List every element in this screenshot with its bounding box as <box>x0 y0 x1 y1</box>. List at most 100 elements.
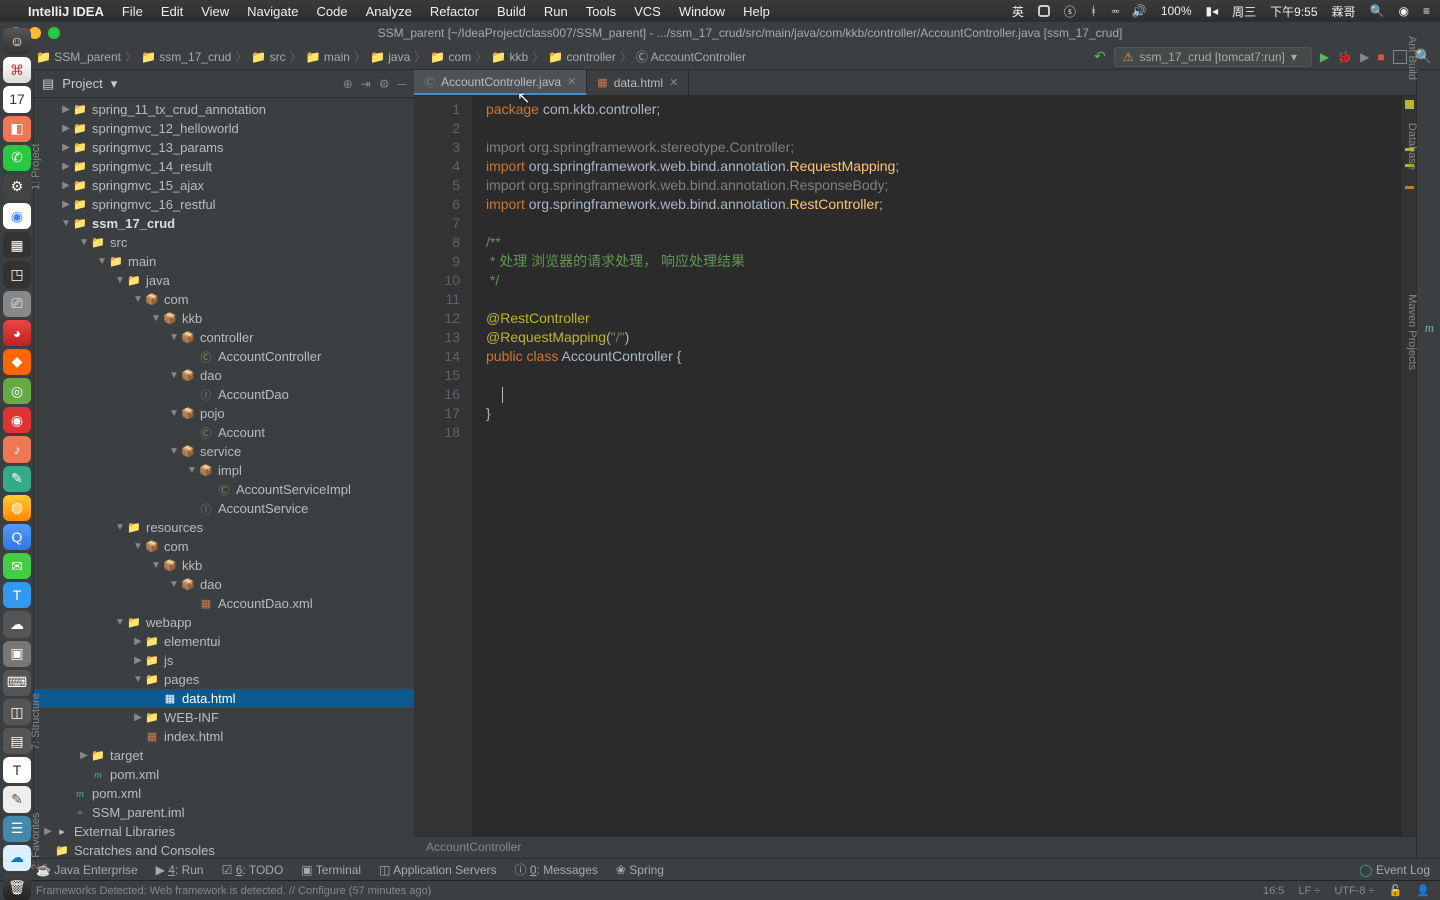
tree-row[interactable]: ▶📁springmvc_14_result <box>34 157 414 176</box>
window-minimize-button[interactable] <box>29 27 41 39</box>
tool-structure[interactable]: 7: Structure <box>30 693 42 750</box>
window-zoom-button[interactable] <box>48 27 60 39</box>
tree-row[interactable]: ▦index.html <box>34 727 414 746</box>
tree-row[interactable]: 📁Scratches and Consoles <box>34 841 414 858</box>
hide-icon[interactable]: ─ <box>397 77 406 91</box>
tree-row[interactable]: ▶📁spring_11_tx_crud_annotation <box>34 100 414 119</box>
tree-row[interactable]: ⒸAccountController <box>34 347 414 366</box>
run-config-selector[interactable]: ⚠ ssm_17_crud [tomcat7:run] ▾ <box>1114 47 1312 67</box>
tool-favorites[interactable]: 2: Favorites <box>30 813 42 870</box>
close-tab-icon[interactable]: ✕ <box>567 75 576 88</box>
tool-maven[interactable]: Maven Projects <box>1406 294 1418 370</box>
crumb[interactable]: Ⓒ AccountController <box>636 48 746 65</box>
crumb[interactable]: 📁 java <box>370 50 410 64</box>
close-tab-icon[interactable]: ✕ <box>669 76 678 89</box>
debug-button[interactable]: 🐞 <box>1337 50 1352 64</box>
tree-row[interactable]: ▼📁main <box>34 252 414 271</box>
crumb[interactable]: 📁 src <box>251 50 285 64</box>
tree-row[interactable]: ▼📦dao <box>34 575 414 594</box>
tree-row[interactable]: ▶📁springmvc_13_params <box>34 138 414 157</box>
caret-position[interactable]: 16:5 <box>1263 885 1284 897</box>
tree-row[interactable]: ▼📦dao <box>34 366 414 385</box>
collapse-icon[interactable]: ⇥ <box>361 77 371 91</box>
encoding[interactable]: UTF-8 ÷ <box>1334 885 1374 897</box>
crumb[interactable]: 📁 ssm_17_crud <box>141 50 231 64</box>
tree-row[interactable]: ▼📁java <box>34 271 414 290</box>
grid-icon[interactable] <box>1038 5 1050 17</box>
stop-button[interactable]: ■ <box>1377 50 1384 64</box>
crumb[interactable]: 📁 main <box>306 50 350 64</box>
menu-analyze[interactable]: Analyze <box>366 4 412 19</box>
menubar-app-name[interactable]: IntelliJ IDEA <box>28 4 104 19</box>
tool-tab[interactable]: ☕ Java Enterprise <box>36 863 138 877</box>
menu-vcs[interactable]: VCS <box>634 4 661 19</box>
bluetooth-icon[interactable]: ᚼ <box>1090 4 1097 18</box>
tree-row[interactable]: ▼📦com <box>34 290 414 309</box>
spotlight-icon[interactable]: 🔍 <box>1370 4 1385 18</box>
tree-row[interactable]: ▼📦kkb <box>34 309 414 328</box>
analysis-status-icon[interactable] <box>1405 100 1414 109</box>
crumb[interactable]: 📁 SSM_parent <box>36 50 121 64</box>
tree-row[interactable]: ▦data.html <box>34 689 414 708</box>
window-close-button[interactable] <box>10 27 22 39</box>
menu-build[interactable]: Build <box>497 4 526 19</box>
tree-row[interactable]: ▶📁springmvc_12_helloworld <box>34 119 414 138</box>
tree-row[interactable]: ▫SSM_parent.iml <box>34 803 414 822</box>
volume-icon[interactable]: 🔊 <box>1132 4 1147 18</box>
crumb[interactable]: 📁 com <box>430 50 471 64</box>
menu-file[interactable]: File <box>122 4 143 19</box>
tree-row[interactable]: ▶📁WEB-INF <box>34 708 414 727</box>
tree-row[interactable]: mpom.xml <box>34 765 414 784</box>
tree-row[interactable]: ⒾAccountDao <box>34 385 414 404</box>
menu-navigate[interactable]: Navigate <box>247 4 298 19</box>
readonly-lock-icon[interactable]: 🔓 <box>1389 884 1403 897</box>
user-text[interactable]: 霖哥 <box>1332 3 1356 20</box>
event-log-button[interactable]: ◯ Event Log <box>1359 863 1430 877</box>
tab-accountcontroller[interactable]: Ⓒ AccountController.java ✕ <box>414 70 587 95</box>
tool-database[interactable]: Database <box>1406 123 1418 170</box>
tree-row[interactable]: ⒸAccount <box>34 423 414 442</box>
status-message[interactable]: Frameworks Detected: Web framework is de… <box>36 885 431 897</box>
coverage-button[interactable]: ▶ <box>1360 50 1369 64</box>
tool-tab-spring[interactable]: ❀ Spring <box>616 863 664 877</box>
tree-row[interactable]: ▦AccountDao.xml <box>34 594 414 613</box>
tree-row[interactable]: ▶📁springmvc_15_ajax <box>34 176 414 195</box>
tree-row[interactable]: ⒾAccountService <box>34 499 414 518</box>
menu-view[interactable]: View <box>201 4 229 19</box>
tree-row[interactable]: ▶📁target <box>34 746 414 765</box>
tree-row[interactable]: ▼📦controller <box>34 328 414 347</box>
tree-row[interactable]: ▼📁src <box>34 233 414 252</box>
crumb[interactable]: 📁 kkb <box>491 50 528 64</box>
tree-row[interactable]: ▶📁js <box>34 651 414 670</box>
editor-breadcrumb[interactable]: AccountController <box>414 836 1416 858</box>
project-tree[interactable]: ▶📁spring_11_tx_crud_annotation▶📁springmv… <box>34 98 414 858</box>
menu-help[interactable]: Help <box>743 4 770 19</box>
crumb[interactable]: 📁 controller <box>548 50 616 64</box>
settings-icon[interactable]: ⚙ <box>379 77 390 91</box>
tree-row[interactable]: ▼📁pages <box>34 670 414 689</box>
tool-project[interactable]: 1: Project <box>30 144 42 190</box>
menu-code[interactable]: Code <box>316 4 347 19</box>
notifications-icon[interactable]: ≡ <box>1423 4 1430 18</box>
layout-button[interactable] <box>1393 50 1407 64</box>
locate-icon[interactable]: ⊕ <box>343 77 353 91</box>
tab-datahtml[interactable]: ▦ data.html ✕ <box>587 70 689 95</box>
tree-row[interactable]: ▼📦service <box>34 442 414 461</box>
tool-tab-todo[interactable]: ☑ 6: TODO <box>222 863 284 877</box>
skype-icon[interactable]: ⓢ <box>1064 3 1076 20</box>
tool-tab-messages[interactable]: ⓘ 0: Messages <box>515 861 598 878</box>
menu-refactor[interactable]: Refactor <box>430 4 479 19</box>
input-icon[interactable]: 英 <box>1012 3 1024 20</box>
menu-tools[interactable]: Tools <box>586 4 616 19</box>
tree-row[interactable]: ▶📁elementui <box>34 632 414 651</box>
tree-row[interactable]: ▶▸External Libraries <box>34 822 414 841</box>
tree-row[interactable]: ▶📁springmvc_16_restful <box>34 195 414 214</box>
wifi-icon[interactable]: ◦◦◦ <box>1111 4 1118 18</box>
back-icon[interactable]: ↶ <box>1094 48 1106 65</box>
tree-row[interactable]: ▼📁webapp <box>34 613 414 632</box>
tool-tab-appservers[interactable]: ◫ Application Servers <box>379 863 496 877</box>
line-ending[interactable]: LF ÷ <box>1298 885 1320 897</box>
tool-ant[interactable]: Ant Build <box>1406 36 1418 80</box>
tree-row[interactable]: ▼📁ssm_17_crud <box>34 214 414 233</box>
menu-window[interactable]: Window <box>679 4 725 19</box>
